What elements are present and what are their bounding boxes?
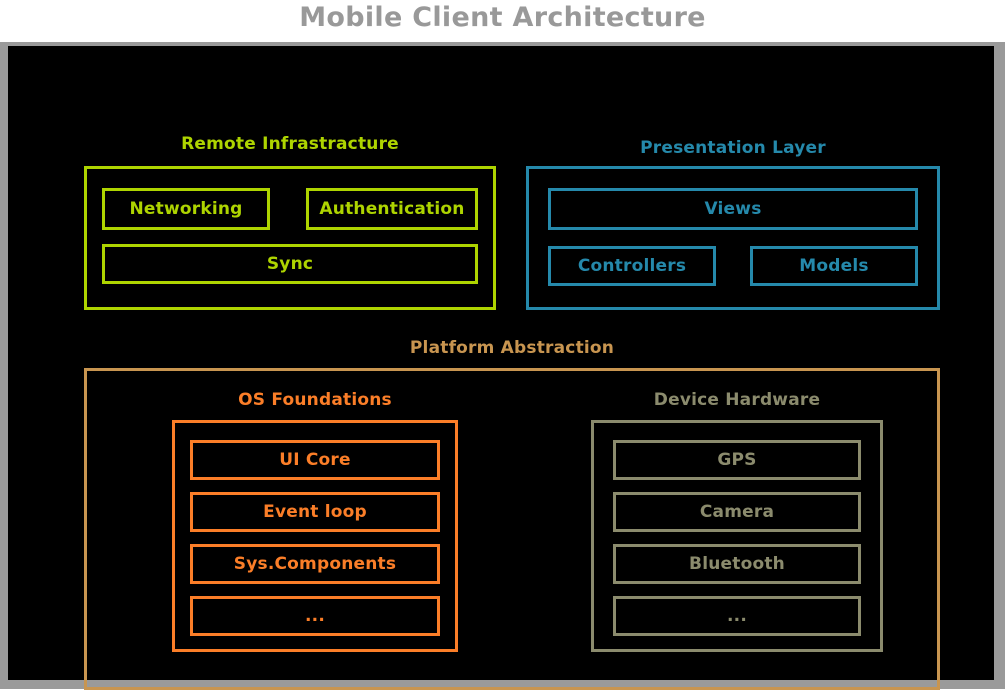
- node-bluetooth[interactable]: Bluetooth: [613, 544, 861, 584]
- group-label-device-hardware: Device Hardware: [653, 390, 821, 410]
- group-platform-abstraction[interactable]: Platform Abstraction OS Foundations UI C…: [84, 338, 940, 690]
- group-device-hardware[interactable]: Device Hardware GPS Camera Bluetooth ...: [591, 390, 883, 652]
- node-sync[interactable]: Sync: [102, 244, 478, 284]
- group-label-remote-infrastructure: Remote Infrastracture: [181, 134, 399, 154]
- group-os-foundations[interactable]: OS Foundations UI Core Event loop Sys.Co…: [172, 390, 458, 652]
- diagram-canvas: Remote Infrastracture Networking Authent…: [8, 46, 994, 690]
- group-label-platform-abstraction: Platform Abstraction: [409, 338, 615, 358]
- node-models[interactable]: Models: [750, 246, 918, 286]
- diagram-frame: Remote Infrastracture Networking Authent…: [0, 42, 1005, 690]
- page-title: Mobile Client Architecture: [299, 2, 706, 33]
- node-views[interactable]: Views: [548, 188, 918, 230]
- node-gps[interactable]: GPS: [613, 440, 861, 480]
- node-os-foundations-more[interactable]: ...: [190, 596, 440, 636]
- node-sys-components[interactable]: Sys.Components: [190, 544, 440, 584]
- node-ui-core[interactable]: UI Core: [190, 440, 440, 480]
- group-label-os-foundations: OS Foundations: [238, 390, 392, 410]
- node-event-loop[interactable]: Event loop: [190, 492, 440, 532]
- group-remote-infrastructure[interactable]: Remote Infrastracture Networking Authent…: [84, 134, 496, 310]
- group-presentation-layer[interactable]: Presentation Layer Views Controllers Mod…: [526, 138, 940, 310]
- node-controllers[interactable]: Controllers: [548, 246, 716, 286]
- diagram-root: Mobile Client Architecture Remote Infras…: [0, 0, 1005, 690]
- node-networking[interactable]: Networking: [102, 188, 270, 230]
- node-camera[interactable]: Camera: [613, 492, 861, 532]
- node-device-hardware-more[interactable]: ...: [613, 596, 861, 636]
- group-label-presentation-layer: Presentation Layer: [640, 138, 826, 158]
- node-authentication[interactable]: Authentication: [306, 188, 478, 230]
